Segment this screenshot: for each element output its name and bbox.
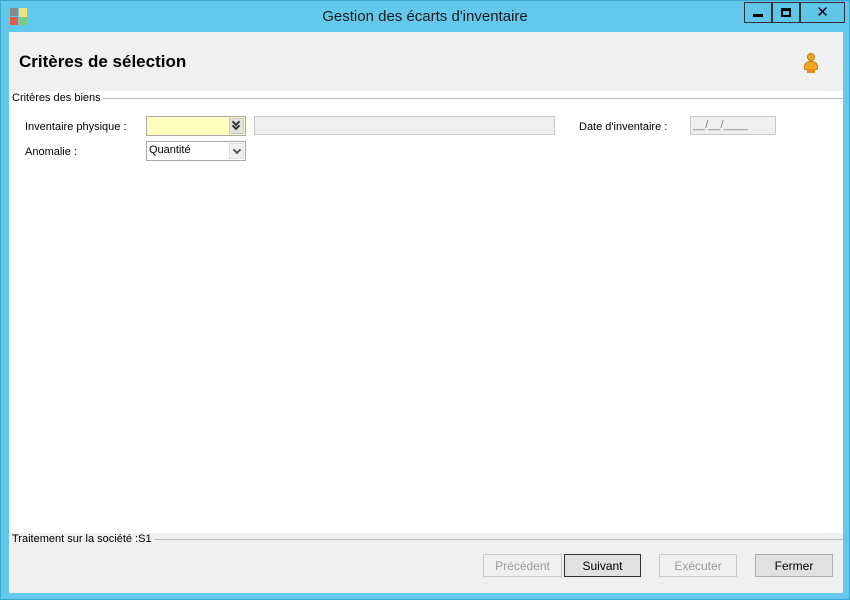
anomaly-value: Quantité xyxy=(149,144,191,156)
inventory-date-field: __/__/____ xyxy=(690,116,776,135)
chevron-down-icon xyxy=(232,145,241,154)
close-button-label: Fermer xyxy=(774,558,814,573)
execute-button-label: Exécuter xyxy=(674,558,722,573)
company-label: Traitement sur la société :S1 xyxy=(12,533,154,545)
close-button[interactable]: Fermer xyxy=(755,554,833,577)
maximize-icon xyxy=(781,8,791,17)
user-icon[interactable] xyxy=(803,53,819,73)
page-title: Critères de sélection xyxy=(19,52,187,71)
close-icon: ✕ xyxy=(816,4,829,21)
execute-button[interactable]: Exécuter xyxy=(659,554,737,577)
title-bar[interactable]: Gestion des écarts d'inventaire ✕ xyxy=(1,1,849,31)
minimize-button[interactable] xyxy=(744,2,772,23)
client-area: Critères de sélection Critères des biens… xyxy=(9,32,843,593)
group-border xyxy=(97,98,843,99)
inventory-label: Inventaire physique : xyxy=(25,121,127,133)
criteria-group-label: Critères des biens xyxy=(12,92,103,104)
anomaly-select[interactable]: Quantité xyxy=(146,141,246,161)
footer-panel: Traitement sur la société :S1 Précédent … xyxy=(9,533,843,593)
double-chevron-down-icon xyxy=(231,117,241,131)
inventory-combo[interactable] xyxy=(146,116,246,136)
next-button[interactable]: Suivant xyxy=(564,554,641,577)
inventory-date-label: Date d'inventaire : xyxy=(579,121,668,133)
close-window-button[interactable]: ✕ xyxy=(800,2,845,23)
next-button-label: Suivant xyxy=(582,558,623,573)
inventory-dropdown-button[interactable] xyxy=(229,117,244,134)
inventory-description-field xyxy=(254,116,555,135)
application-window: Gestion des écarts d'inventaire ✕ Critèr… xyxy=(0,0,850,600)
anomaly-dropdown-button[interactable] xyxy=(229,143,244,159)
page-header: Critères de sélection xyxy=(9,32,843,91)
maximize-button[interactable] xyxy=(772,2,800,23)
previous-button[interactable]: Précédent xyxy=(483,554,562,577)
previous-button-label: Précédent xyxy=(495,558,550,573)
anomaly-label: Anomalie : xyxy=(25,146,77,158)
window-title: Gestion des écarts d'inventaire xyxy=(322,8,528,25)
minimize-icon xyxy=(753,14,763,17)
footer-group-border xyxy=(150,539,843,540)
